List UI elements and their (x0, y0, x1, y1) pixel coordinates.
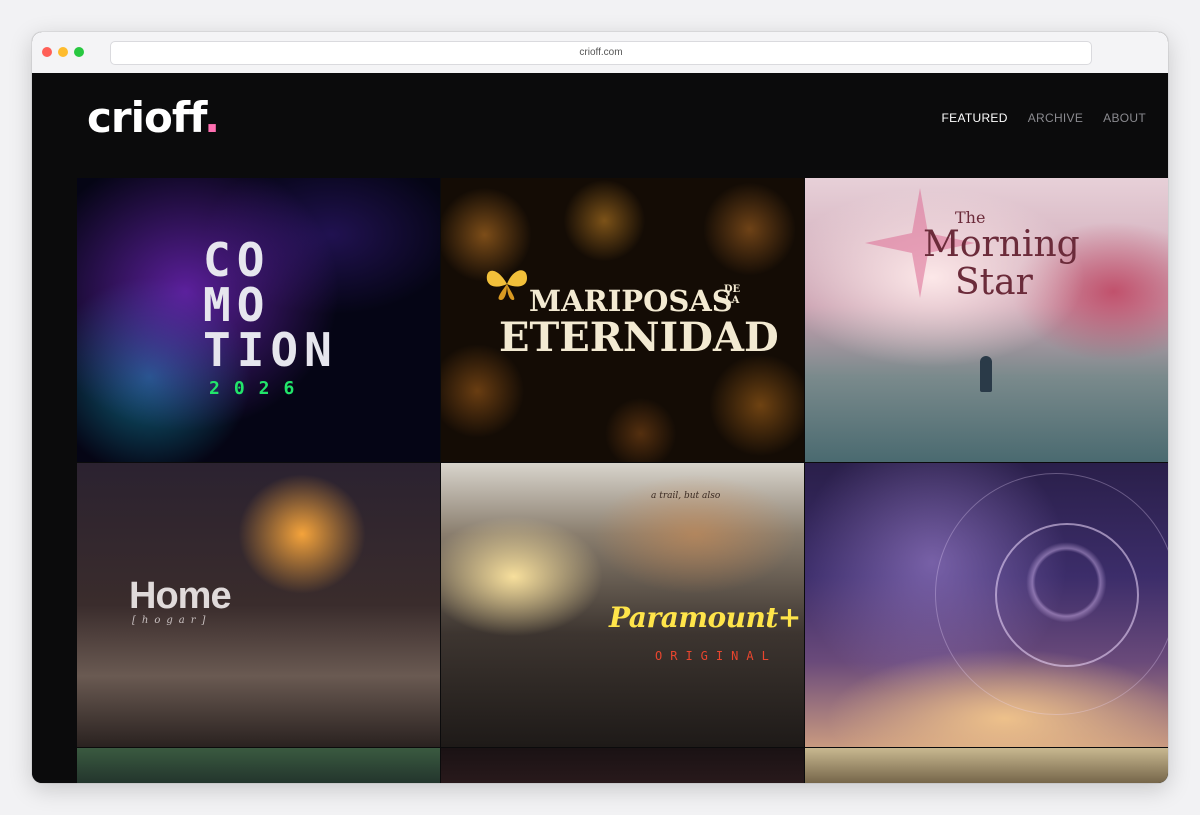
morning-star-title-morning: Morning (923, 224, 1080, 265)
project-tile-row3-2[interactable] (441, 748, 804, 783)
paramount-brand: Paramount+ (609, 601, 801, 634)
standing-figure-image (980, 356, 992, 392)
nav-archive[interactable]: ARCHIVE (1028, 111, 1083, 125)
page-content: crioff. FEATURED ARCHIVE ABOUT CO MO TIO… (32, 73, 1168, 783)
commotion-title-line3: TION (203, 323, 338, 377)
close-window-button[interactable] (42, 47, 52, 57)
site-logo[interactable]: crioff. (87, 93, 220, 143)
minimize-window-button[interactable] (58, 47, 68, 57)
project-tile-row3-1[interactable] (77, 748, 440, 783)
paramount-tag: ORIGINAL (655, 649, 777, 663)
logo-text: crioff (87, 93, 205, 142)
paramount-handwriting: a trail, but also (651, 491, 721, 501)
logo-accent: . (204, 93, 220, 142)
maximize-window-button[interactable] (74, 47, 84, 57)
main-nav: FEATURED ARCHIVE ABOUT (942, 111, 1146, 125)
project-tile-abstract[interactable] (805, 463, 1168, 747)
mariposas-title-small: DE LA (723, 284, 741, 306)
commotion-year: 2026 (209, 378, 309, 399)
morning-star-title-star: Star (955, 262, 1033, 303)
project-tile-morning-star[interactable]: The Morning Star (805, 178, 1168, 462)
project-tile-home[interactable]: Home [hogar] (77, 463, 440, 747)
project-tile-paramount[interactable]: a trail, but also Paramount+ ORIGINAL (441, 463, 804, 747)
home-title: Home (129, 575, 232, 617)
address-bar[interactable]: crioff.com (110, 41, 1092, 65)
mariposas-title-word1: MARIPOSAS (529, 284, 733, 318)
browser-chrome: crioff.com (32, 32, 1168, 74)
project-tile-mariposas[interactable]: MARIPOSAS DE LA ETERNIDAD (441, 178, 804, 462)
nav-about[interactable]: ABOUT (1103, 111, 1146, 125)
browser-window: crioff.com crioff. FEATURED ARCHIVE ABOU… (32, 32, 1168, 783)
project-tile-row3-3[interactable] (805, 748, 1168, 783)
butterfly-icon (486, 270, 527, 300)
project-tile-commotion[interactable]: CO MO TION 2026 (77, 178, 440, 462)
home-subtitle: [hogar] (132, 615, 212, 626)
mariposas-title-word2: ETERNIDAD (499, 314, 779, 361)
nav-featured[interactable]: FEATURED (942, 111, 1008, 125)
abstract-ring-inner (995, 523, 1139, 667)
